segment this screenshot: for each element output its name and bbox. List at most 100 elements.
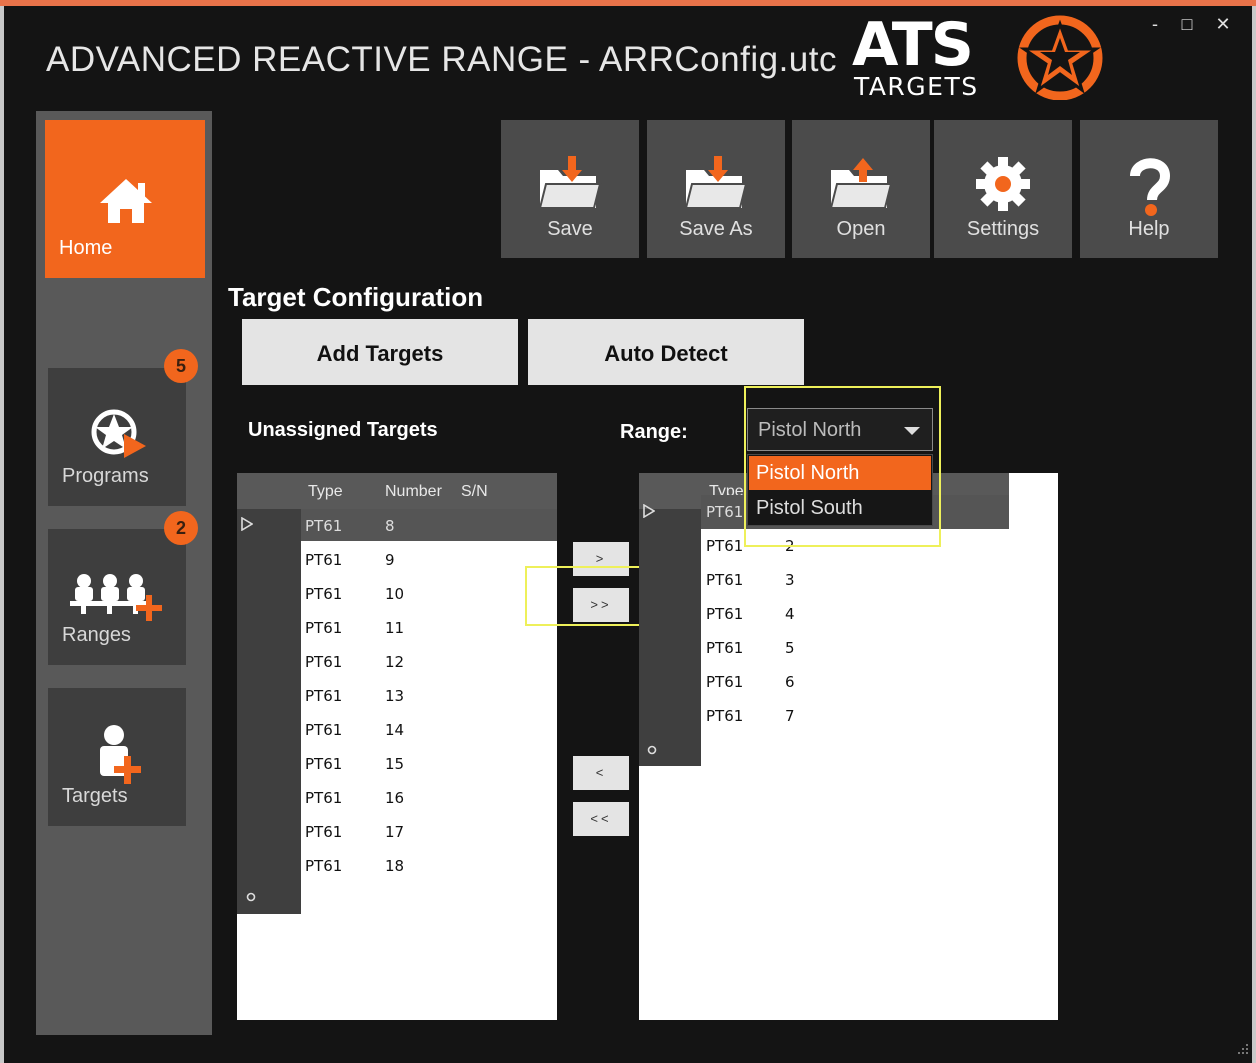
save-as-button[interactable]: Save As <box>647 120 785 258</box>
save-as-folder-icon <box>684 156 748 209</box>
cell-type: PT61 <box>305 619 343 637</box>
table-row[interactable]: PT61 5 <box>639 631 1058 665</box>
programs-icon <box>91 409 146 458</box>
resize-grip-icon[interactable] <box>1236 1042 1250 1056</box>
sidebar-item-label: Targets <box>62 785 128 807</box>
save-button[interactable]: Save <box>501 120 639 258</box>
cell-type: PT61 <box>706 605 744 623</box>
column-header-type: Type <box>308 483 343 500</box>
sidebar-item-programs[interactable]: Programs <box>48 368 186 506</box>
sidebar-item-ranges[interactable]: Ranges <box>48 529 186 665</box>
home-icon <box>100 179 152 223</box>
cell-number: 3 <box>785 571 795 589</box>
table-row[interactable]: PT61 10 <box>237 577 557 611</box>
cell-number: 17 <box>385 823 405 841</box>
settings-label: Settings <box>966 218 1040 240</box>
cell-number: 12 <box>385 653 405 671</box>
cell-number: 14 <box>385 721 405 739</box>
settings-button[interactable]: Settings <box>934 120 1072 258</box>
table-row[interactable]: PT61 11 <box>237 611 557 645</box>
highlight-annotation <box>744 386 941 547</box>
save-as-label: Save As <box>679 218 753 240</box>
cell-number: 9 <box>385 551 395 569</box>
cell-type: PT61 <box>305 653 343 671</box>
table-row[interactable]: PT61 18 <box>237 849 557 883</box>
open-button[interactable]: Open <box>792 120 930 258</box>
save-folder-icon <box>538 156 602 209</box>
ranges-icon <box>70 574 162 621</box>
sidebar-item-home[interactable]: Home <box>45 120 205 278</box>
open-folder-icon <box>829 158 893 209</box>
move-all-left-button[interactable]: << <box>573 802 629 836</box>
range-targets-grid[interactable]: Type PT61 PT61 2 PT61 3 PT61 4 PT61 5 PT61 6 PT61 7 <box>639 473 1058 1020</box>
table-row[interactable]: PT61 3 <box>639 563 1058 597</box>
new-row-indicator-icon <box>246 892 256 902</box>
sidebar-item-label: Home <box>59 237 113 259</box>
open-label: Open <box>836 218 886 240</box>
table-row[interactable]: PT61 14 <box>237 713 557 747</box>
ats-logo: ATS TARGETS <box>852 10 1110 102</box>
cell-type: PT61 <box>706 503 744 521</box>
cell-number: 18 <box>385 857 405 875</box>
logo-star-icon <box>1017 15 1103 100</box>
cell-type: PT61 <box>706 537 744 555</box>
programs-count-badge: 5 <box>164 349 198 383</box>
table-row[interactable]: PT61 17 <box>237 815 557 849</box>
cell-type: PT61 <box>305 823 343 841</box>
column-header-number: Number <box>385 483 442 500</box>
cell-type: PT61 <box>305 755 343 773</box>
table-row[interactable]: PT61 12 <box>237 645 557 679</box>
close-button[interactable]: ✕ <box>1212 14 1234 36</box>
cell-type: PT61 <box>706 571 744 589</box>
cell-number: 5 <box>785 639 795 657</box>
help-button[interactable]: Help <box>1080 120 1218 258</box>
window-title: ADVANCED REACTIVE RANGE - ARRConfig.utc <box>46 40 837 79</box>
cell-type: PT61 <box>305 517 343 535</box>
cell-number: 13 <box>385 687 405 705</box>
ranges-count-badge: 2 <box>164 511 198 545</box>
help-label: Help <box>1128 218 1170 240</box>
gear-icon <box>976 157 1030 211</box>
cell-number: 7 <box>785 707 795 725</box>
logo-sub-text: TARGETS <box>854 72 979 101</box>
table-row[interactable]: PT61 7 <box>639 699 1058 733</box>
targets-icon <box>100 725 141 784</box>
table-row[interactable]: PT61 15 <box>237 747 557 781</box>
minimize-button[interactable]: - <box>1144 14 1166 36</box>
unassigned-targets-grid[interactable]: Type Number S/N PT61 8 PT61 9 PT61 10 PT61 11 PT… <box>237 473 557 1020</box>
column-header-sn: S/N <box>461 483 488 500</box>
cell-type: PT61 <box>305 721 343 739</box>
cell-type: PT61 <box>706 639 744 657</box>
cell-type: PT61 <box>305 687 343 705</box>
auto-detect-button[interactable]: Auto Detect <box>528 319 804 385</box>
cell-number: 4 <box>785 605 795 623</box>
cell-type: PT61 <box>305 789 343 807</box>
table-row[interactable]: PT61 9 <box>237 543 557 577</box>
table-row[interactable]: PT61 4 <box>639 597 1058 631</box>
cell-type: PT61 <box>305 551 343 569</box>
cell-number: 8 <box>385 517 395 535</box>
add-targets-button[interactable]: Add Targets <box>242 319 518 385</box>
new-row-indicator-icon <box>647 745 657 755</box>
table-row[interactable]: PT61 13 <box>237 679 557 713</box>
table-row[interactable]: PT61 16 <box>237 781 557 815</box>
cell-type: PT61 <box>305 857 343 875</box>
sidebar: Home Programs 5 Ranges 2 Targets <box>36 111 212 1035</box>
app-window: ADVANCED REACTIVE RANGE - ARRConfig.utc … <box>0 0 1256 1063</box>
logo-main-text: ATS <box>852 10 974 80</box>
cell-number: 11 <box>385 619 405 637</box>
range-label: Range: <box>620 421 688 443</box>
cell-number: 6 <box>785 673 795 691</box>
cell-number: 16 <box>385 789 405 807</box>
grid-header: Type Number S/N <box>237 473 557 509</box>
table-row[interactable]: PT61 8 <box>237 509 557 543</box>
table-row[interactable]: PT61 6 <box>639 665 1058 699</box>
maximize-button[interactable]: □ <box>1176 14 1198 36</box>
cell-type: PT61 <box>706 707 744 725</box>
move-selected-left-button[interactable]: < <box>573 756 629 790</box>
sidebar-item-label: Ranges <box>62 624 131 646</box>
cell-type: PT61 <box>706 673 744 691</box>
sidebar-item-targets[interactable]: Targets <box>48 688 186 826</box>
sidebar-item-label: Programs <box>62 465 149 487</box>
unassigned-targets-label: Unassigned Targets <box>248 419 438 441</box>
